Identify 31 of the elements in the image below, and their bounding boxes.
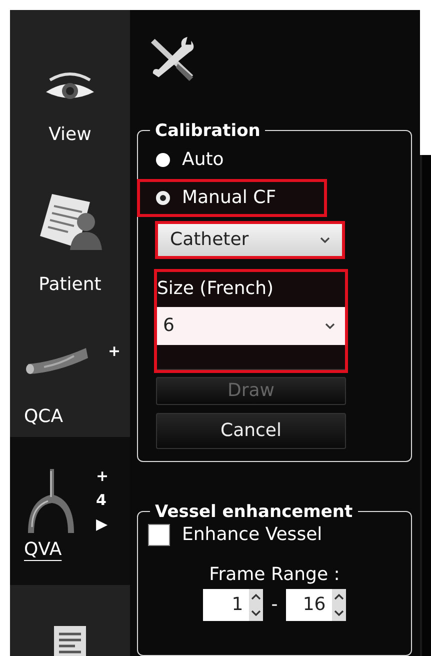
chevron-up-icon[interactable] <box>249 588 264 605</box>
sidebar-item[interactable]: + QCA <box>10 300 130 437</box>
sidebar-label: View <box>48 124 92 145</box>
number-field[interactable]: 16 <box>286 588 332 621</box>
item-marker: 4 <box>96 491 108 509</box>
range-separator: - <box>271 594 278 616</box>
chevron-down-icon <box>320 236 330 243</box>
item-marker: ▶ <box>96 515 109 533</box>
item-marker: + <box>96 467 109 485</box>
size-dropdown[interactable]: 6 <box>157 306 345 345</box>
number-field[interactable]: 1 <box>203 588 250 621</box>
radio-option[interactable]: Auto <box>137 140 327 179</box>
enhance-checkbox[interactable]: Enhance Vessel <box>148 524 401 546</box>
group-title: Calibration <box>154 120 262 141</box>
sidebar-label: QCA <box>24 406 64 427</box>
field-label: Frame Range : <box>209 564 340 585</box>
chevron-up-icon[interactable] <box>332 588 346 605</box>
group-title: Vessel enhancement <box>154 502 354 522</box>
document-icon <box>53 625 87 656</box>
item-marker: + <box>108 342 121 360</box>
sidebar-item[interactable]: + 4 ▶ QVA <box>10 437 130 585</box>
sidebar-item[interactable]: Patient <box>10 160 130 300</box>
action-button[interactable]: Cancel <box>156 412 346 449</box>
radio-option[interactable]: Manual CF <box>137 178 327 217</box>
sidebar-label: Patient <box>38 274 102 295</box>
chevron-down-icon <box>325 322 335 329</box>
field-label: Size (French) <box>157 276 275 301</box>
sidebar-item[interactable]: View <box>10 10 130 160</box>
chevron-down-icon[interactable] <box>249 604 264 621</box>
catheter-dropdown[interactable]: Catheter <box>155 220 345 259</box>
sidebar-label: QVA <box>24 539 62 560</box>
